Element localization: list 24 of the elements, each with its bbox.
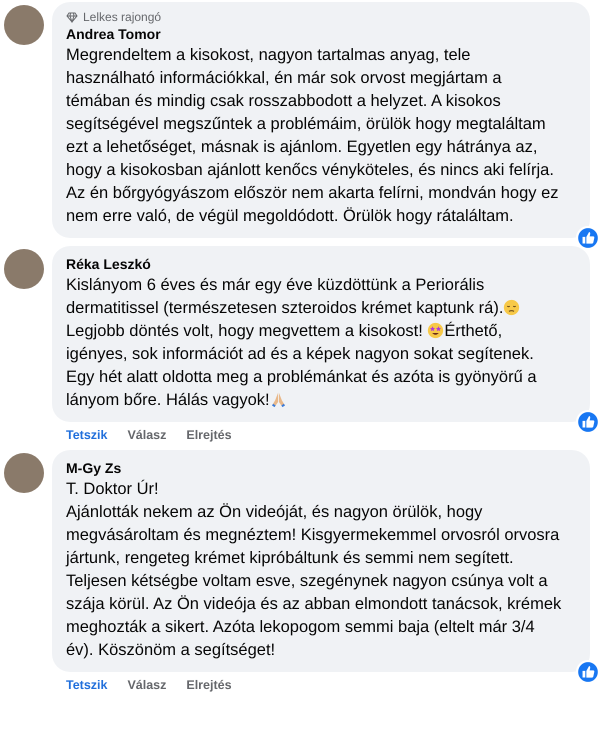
hide-link[interactable]: Elrejtés: [186, 678, 232, 692]
reply-link[interactable]: Válasz: [127, 678, 166, 692]
diamond-icon: [66, 12, 78, 22]
avatar[interactable]: [4, 453, 44, 493]
avatar[interactable]: [4, 5, 44, 45]
comment-text: Kislányom 6 éves és már egy éve küzdöttünk a Periorális dermatitissel (természetesen szteroidos krémet kaptunk rá). Legjobb döntés volt, hogy megvettem a kisokost! Érthető, igényes, sok információt ad és a képek nagyon sokat segítenek. Egy hét alatt oldotta meg a problémánkat és azóta is gyönyörű a lányom bőre. Hálás vagyok!: [66, 275, 538, 411]
fan-label: Lelkes rajongó: [83, 10, 162, 24]
author-name[interactable]: Réka Leszkó: [66, 254, 564, 274]
comment-text: T. Doktor Úr!: [66, 478, 160, 500]
praying-hands-icon: [270, 391, 287, 408]
like-reaction-icon[interactable]: [576, 660, 600, 684]
author-name[interactable]: Andrea Tomor: [66, 24, 564, 44]
pensive-face-icon: [503, 299, 520, 316]
like-reaction-icon[interactable]: [576, 226, 600, 250]
like-link[interactable]: Tetszik: [66, 678, 108, 692]
comment-text: Ajánlották nekem az Ön videóját, és nagyon örülök, hogy megvásároltam és megnéztem! Kisgyermekemmel orvosról orvosra jártunk, rengeteg krémet kipróbáltunk és semmi nem segített. Teljesen kétségbe voltam esve, szegénynek nagyon csúnya volt a szája körül. Az Ön videója és az abban elmondott tanácsok, krémek meghozták a sikert. Azóta lekopogom semmi baja (eltelt már 3/4 év). Köszönöm a segítséget!: [66, 502, 562, 661]
avatar[interactable]: [4, 249, 44, 289]
reply-link[interactable]: Válasz: [127, 428, 166, 442]
comment-text: Megrendeltem a kisokost, nagyon tartalmas anyag, tele használható információkkal, én már sok orvost megjártam a témában és mindig csak rosszabbodott a helyzet. A kisokos segítségével megszűntek a problémáim, örülök hogy megtaláltam ezt a lehetőséget, másnak is ajánlom. Egyetlen egy hátránya az, hogy a kisokosban ajánlott kenőcs vényköteles, és nincs aki felírja. Az én bőrgyógyászom először nem akarta felírni, mondván hogy ez nem erre való, de végül megoldódott. Örülök hogy rátaláltam.: [66, 45, 560, 227]
hide-link[interactable]: Elrejtés: [186, 428, 232, 442]
author-name[interactable]: M-Gy Zs: [66, 458, 564, 478]
star-eyes-face-icon: [427, 322, 444, 339]
like-link[interactable]: Tetszik: [66, 428, 108, 442]
like-reaction-icon[interactable]: [576, 410, 600, 434]
